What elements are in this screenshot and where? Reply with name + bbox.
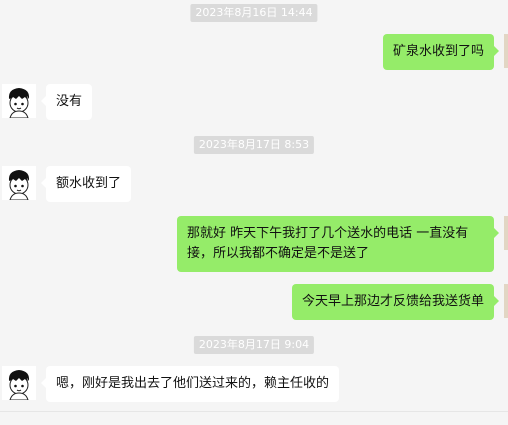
timestamp: 2023年8月17日 8:53 bbox=[193, 136, 315, 154]
message-bubble-outgoing[interactable]: 今天早上那边才反馈给我送货单 bbox=[291, 284, 500, 320]
timestamp: 2023年8月17日 9:04 bbox=[193, 336, 315, 354]
self-avatar[interactable] bbox=[504, 284, 508, 318]
contact-avatar-icon[interactable] bbox=[2, 84, 36, 118]
self-avatar[interactable] bbox=[504, 216, 508, 250]
divider bbox=[0, 411, 508, 412]
contact-avatar-icon[interactable] bbox=[2, 366, 36, 400]
message-bubble-outgoing[interactable]: 矿泉水收到了吗 bbox=[382, 34, 500, 70]
message-bubble-incoming[interactable]: 没有 bbox=[40, 84, 93, 120]
timestamp: 2023年8月16日 14:44 bbox=[190, 4, 318, 22]
message-bubble-incoming[interactable]: 嗯，刚好是我出去了他们送过来的，赖主任收的 bbox=[40, 366, 340, 402]
self-avatar[interactable] bbox=[504, 34, 508, 68]
message-bubble-outgoing[interactable]: 那就好 昨天下午我打了几个送水的电话 一直没有接，所以我都不确定是不是送了 bbox=[177, 216, 499, 272]
message-bubble-incoming[interactable]: 额水收到了 bbox=[40, 166, 132, 202]
contact-avatar-icon[interactable] bbox=[2, 166, 36, 200]
